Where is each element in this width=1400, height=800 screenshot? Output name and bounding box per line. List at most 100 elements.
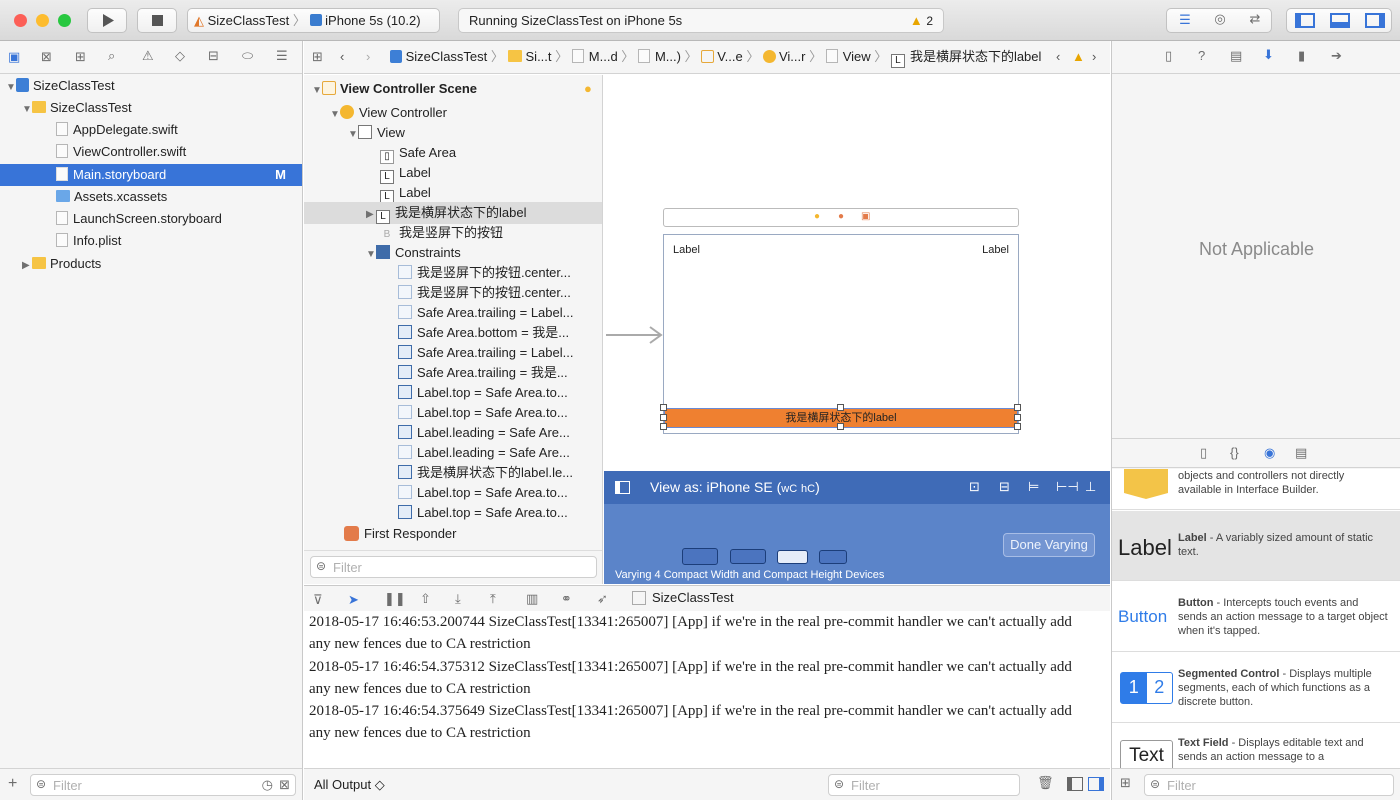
issue-navigator-icon[interactable]: ⚠ bbox=[142, 48, 154, 64]
resolve-issues-icon[interactable]: ⊥ bbox=[1085, 479, 1096, 495]
output-selector[interactable]: All Output ◇ bbox=[314, 777, 385, 793]
outline-view-controller[interactable]: ▼ View Controller bbox=[330, 102, 447, 124]
resize-handle[interactable] bbox=[1014, 423, 1021, 430]
run-button[interactable] bbox=[87, 8, 127, 33]
related-items-icon[interactable]: ⊞ bbox=[312, 41, 323, 73]
nav-item-infoplist[interactable]: Info.plist bbox=[56, 230, 302, 252]
add-icon[interactable]: + bbox=[8, 775, 17, 793]
view-controller-dock-icon[interactable]: ● bbox=[814, 211, 820, 222]
forward-arrow-icon[interactable]: › bbox=[366, 41, 370, 73]
resize-handle[interactable] bbox=[660, 423, 667, 430]
canvas-label-right[interactable]: Label bbox=[982, 244, 1009, 256]
canvas-label-left[interactable]: Label bbox=[673, 244, 700, 256]
next-issue-icon[interactable]: › bbox=[1092, 41, 1096, 73]
nav-item-viewcontroller[interactable]: ViewController.swift bbox=[56, 141, 302, 163]
breadcrumb-item[interactable]: View bbox=[843, 49, 871, 64]
pin-icon[interactable]: ⊢⊣ bbox=[1056, 479, 1079, 495]
nav-item-project[interactable]: ▼ SizeClassTest bbox=[6, 75, 302, 97]
outline-constraint[interactable]: 我是竖屏下的按钮.center... bbox=[398, 282, 571, 304]
nav-item-main-storyboard[interactable]: Main.storyboard M bbox=[0, 164, 302, 186]
update-frames-icon[interactable]: ⊟ bbox=[999, 479, 1010, 495]
outline-constraints[interactable]: ▼ Constraints bbox=[366, 242, 461, 264]
scene-dock[interactable]: ● ● ▣ bbox=[663, 208, 1019, 227]
debug-area-toggle-icon[interactable] bbox=[1330, 13, 1350, 28]
view-toggle-segmented[interactable] bbox=[1286, 8, 1392, 33]
memory-graph-icon[interactable]: ⚭ bbox=[561, 591, 572, 607]
view-as-label[interactable]: View as: iPhone SE (wC hC) bbox=[650, 479, 820, 495]
library-item[interactable]: objects and controllers not directly ava… bbox=[1112, 469, 1400, 510]
outline-filter-field[interactable]: ⊜ Filter bbox=[310, 556, 597, 578]
variables-view-toggle-icon[interactable] bbox=[1067, 777, 1083, 791]
outline-landscape-label[interactable]: ▶ L 我是横屏状态下的label bbox=[304, 202, 602, 226]
process-selector[interactable]: SizeClassTest bbox=[632, 590, 734, 605]
outline-constraint[interactable]: Label.top = Safe Area.to... bbox=[398, 402, 568, 424]
device-thumb-iphone[interactable] bbox=[730, 549, 766, 564]
resize-handle[interactable] bbox=[837, 404, 844, 411]
library-filter-field[interactable]: ⊜ Filter bbox=[1144, 774, 1394, 796]
utilities-toggle-icon[interactable] bbox=[1365, 13, 1385, 28]
pause-icon[interactable]: ❚❚ bbox=[384, 591, 406, 607]
attributes-inspector-icon[interactable]: ⬇ bbox=[1263, 47, 1274, 63]
report-navigator-icon[interactable]: ☰ bbox=[276, 48, 288, 64]
resize-handle[interactable] bbox=[837, 423, 844, 430]
breadcrumb-item[interactable]: M...d bbox=[589, 49, 618, 64]
simulate-location-icon[interactable]: ➶ bbox=[597, 591, 608, 607]
disclosure-closed-icon[interactable]: ▶ bbox=[366, 204, 376, 226]
outline-constraint[interactable]: 我是横屏状态下的label.le... bbox=[398, 462, 573, 484]
scheme-selector[interactable]: ◭ SizeClassTest 〉 iPhone 5s (10.2) bbox=[187, 8, 440, 33]
connections-inspector-icon[interactable]: ➔ bbox=[1331, 48, 1342, 64]
outline-view[interactable]: ▼ View bbox=[348, 122, 405, 144]
outline-constraint[interactable]: Safe Area.trailing = 我是... bbox=[398, 362, 568, 384]
disclosure-open-icon[interactable]: ▼ bbox=[6, 77, 16, 99]
console-output[interactable]: 2018-05-17 16:46:53.200744 SizeClassTest… bbox=[304, 611, 1110, 768]
console-filter-field[interactable]: ⊜ Filter bbox=[828, 774, 1020, 796]
version-editor-icon[interactable]: ⇄ bbox=[1245, 11, 1265, 27]
outline-portrait-button[interactable]: B 我是竖屏下的按钮 bbox=[380, 222, 503, 244]
resize-handle[interactable] bbox=[660, 414, 667, 421]
recent-files-icon[interactable]: ◷ bbox=[262, 777, 273, 793]
nav-item-products[interactable]: ▶ Products bbox=[22, 253, 302, 275]
breadcrumb-item[interactable]: V...e bbox=[717, 49, 743, 64]
outline-constraint[interactable]: Safe Area.trailing = Label... bbox=[398, 342, 573, 364]
zoom-window-button[interactable] bbox=[58, 14, 71, 27]
quick-help-icon[interactable]: ? bbox=[1198, 48, 1205, 63]
source-control-icon[interactable]: ⊠ bbox=[41, 49, 52, 65]
outline-constraint[interactable]: Label.leading = Safe Are... bbox=[398, 442, 570, 464]
nav-item-appdelegate[interactable]: AppDelegate.swift bbox=[56, 119, 302, 141]
console-view-toggle-icon[interactable] bbox=[1088, 777, 1104, 791]
library-item-textfield[interactable]: Text Text Field - Displays editable text… bbox=[1112, 724, 1400, 769]
step-out-icon[interactable]: ⤒ bbox=[490, 591, 496, 607]
library-item-label[interactable]: Label Label - A variably sized amount of… bbox=[1112, 511, 1400, 581]
outline-constraint[interactable]: Label.leading = Safe Are... bbox=[398, 422, 570, 444]
first-responder-dock-icon[interactable]: ● bbox=[838, 211, 844, 222]
media-library-icon[interactable]: ▤ bbox=[1295, 445, 1307, 461]
stop-button[interactable] bbox=[137, 8, 177, 33]
breadcrumb-item[interactable]: M...) bbox=[655, 49, 681, 64]
breadcrumb-item[interactable]: Vi...r bbox=[779, 49, 806, 64]
object-library-list[interactable]: objects and controllers not directly ava… bbox=[1112, 469, 1400, 769]
outline-safe-area[interactable]: ▯ Safe Area bbox=[380, 142, 456, 164]
code-snippet-library-icon[interactable]: {} bbox=[1230, 445, 1239, 460]
device-thumb-iphone[interactable] bbox=[819, 550, 847, 564]
identity-inspector-icon[interactable]: ▤ bbox=[1230, 48, 1242, 64]
view-controller-frame[interactable]: Label Label 我是横屏状态下的label bbox=[660, 234, 1021, 434]
symbol-navigator-icon[interactable]: ⊞ bbox=[75, 49, 86, 65]
close-window-button[interactable] bbox=[14, 14, 27, 27]
nav-item-group-sizeclasstest[interactable]: ▼ SizeClassTest bbox=[22, 97, 302, 119]
outline-toggle-icon[interactable] bbox=[615, 481, 630, 494]
outline-scene[interactable]: ▼ View Controller Scene ● bbox=[312, 78, 602, 100]
resize-handle[interactable] bbox=[1014, 404, 1021, 411]
warning-icon[interactable]: ▲ bbox=[1072, 41, 1085, 73]
step-over-icon[interactable]: ⇧ bbox=[420, 591, 431, 607]
editor-mode-segmented[interactable]: ☰ ◎ ⇄ bbox=[1166, 8, 1272, 33]
outline-constraint[interactable]: 我是竖屏下的按钮.center... bbox=[398, 262, 571, 284]
object-library-icon[interactable]: ◉ bbox=[1264, 445, 1275, 461]
file-template-library-icon[interactable]: ▯ bbox=[1200, 445, 1207, 461]
warning-indicator[interactable]: ▲ 2 bbox=[910, 9, 933, 33]
step-into-icon[interactable]: ⤓ bbox=[455, 591, 461, 607]
exit-dock-icon[interactable]: ▣ bbox=[861, 211, 870, 222]
embed-in-icon[interactable]: ⊡ bbox=[969, 479, 980, 495]
outline-constraint[interactable]: Safe Area.bottom = 我是... bbox=[398, 322, 569, 344]
nav-item-launchscreen[interactable]: LaunchScreen.storyboard bbox=[56, 208, 302, 230]
assistant-editor-icon[interactable]: ◎ bbox=[1210, 11, 1230, 27]
